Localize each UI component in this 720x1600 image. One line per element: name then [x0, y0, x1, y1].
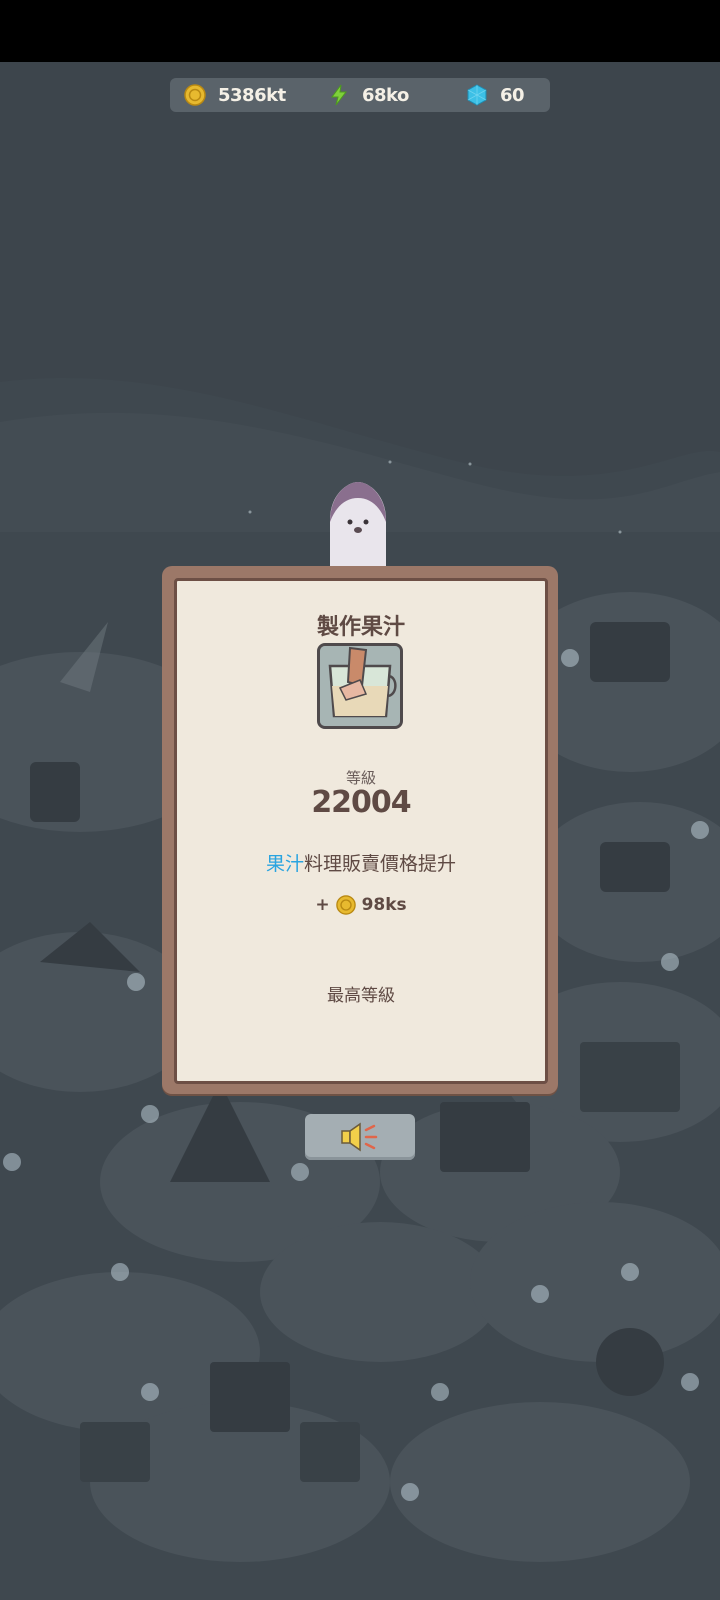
lightning-icon	[331, 84, 348, 106]
status-bar	[0, 0, 720, 62]
game-screen: 5386kt 68ko 60 製作果汁 等級 22004 果汁料理販賣價格提升 …	[0, 0, 720, 1600]
energy-amount: 68ko	[362, 84, 409, 106]
coin-icon	[184, 84, 206, 106]
upgrade-description: 果汁料理販賣價格提升	[177, 849, 545, 876]
description-highlight: 果汁	[265, 853, 304, 875]
reward-prefix: +	[315, 895, 330, 915]
juice-cup-icon	[317, 643, 403, 729]
coin-amount: 5386kt	[218, 84, 286, 106]
seal-character	[330, 482, 386, 566]
speaker-icon	[341, 1122, 378, 1152]
gem-icon	[467, 84, 487, 106]
reward-line: + 98ks	[177, 895, 545, 915]
dialog-title: 製作果汁	[316, 615, 405, 640]
coin-counter[interactable]: 5386kt	[184, 78, 286, 112]
description-text: 料理販賣價格提升	[304, 853, 457, 875]
upgrade-dialog: 製作果汁 等級 22004 果汁料理販賣價格提升 + 98ks 最高等級	[162, 566, 558, 1094]
energy-counter[interactable]: 68ko	[328, 78, 409, 112]
reward-value: 98ks	[361, 895, 407, 915]
sound-button[interactable]	[305, 1114, 415, 1160]
dialog-panel: 製作果汁 等級 22004 果汁料理販賣價格提升 + 98ks 最高等級	[174, 578, 548, 1084]
max-level-text: 最高等級	[327, 986, 395, 1006]
gem-amount: 60	[500, 84, 525, 106]
coin-icon	[335, 895, 356, 915]
gem-counter[interactable]: 60	[466, 78, 525, 112]
level-value: 22004	[311, 785, 411, 820]
resource-bar: 5386kt 68ko 60	[170, 78, 550, 112]
